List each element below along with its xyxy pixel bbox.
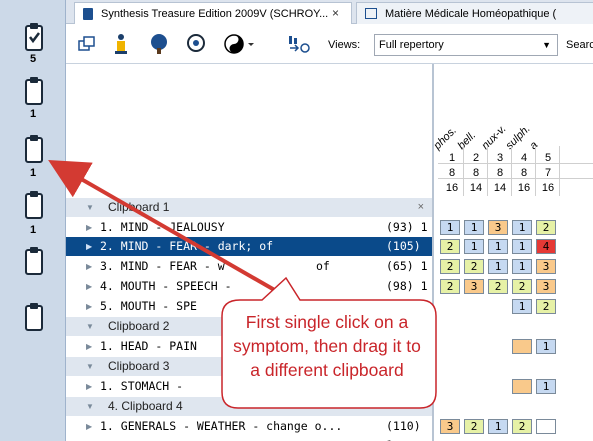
callout-line: a different clipboard [250,360,404,380]
callout-line: First single click on a [245,312,409,332]
callout-text: First single click on a symptom, then dr… [216,310,438,382]
callout-line: symptom, then drag it to [233,336,421,356]
app-window: 5 1 1 1 Synthesis Treasure Edition 2009V… [0,0,593,441]
drag-arrow [48,160,293,302]
